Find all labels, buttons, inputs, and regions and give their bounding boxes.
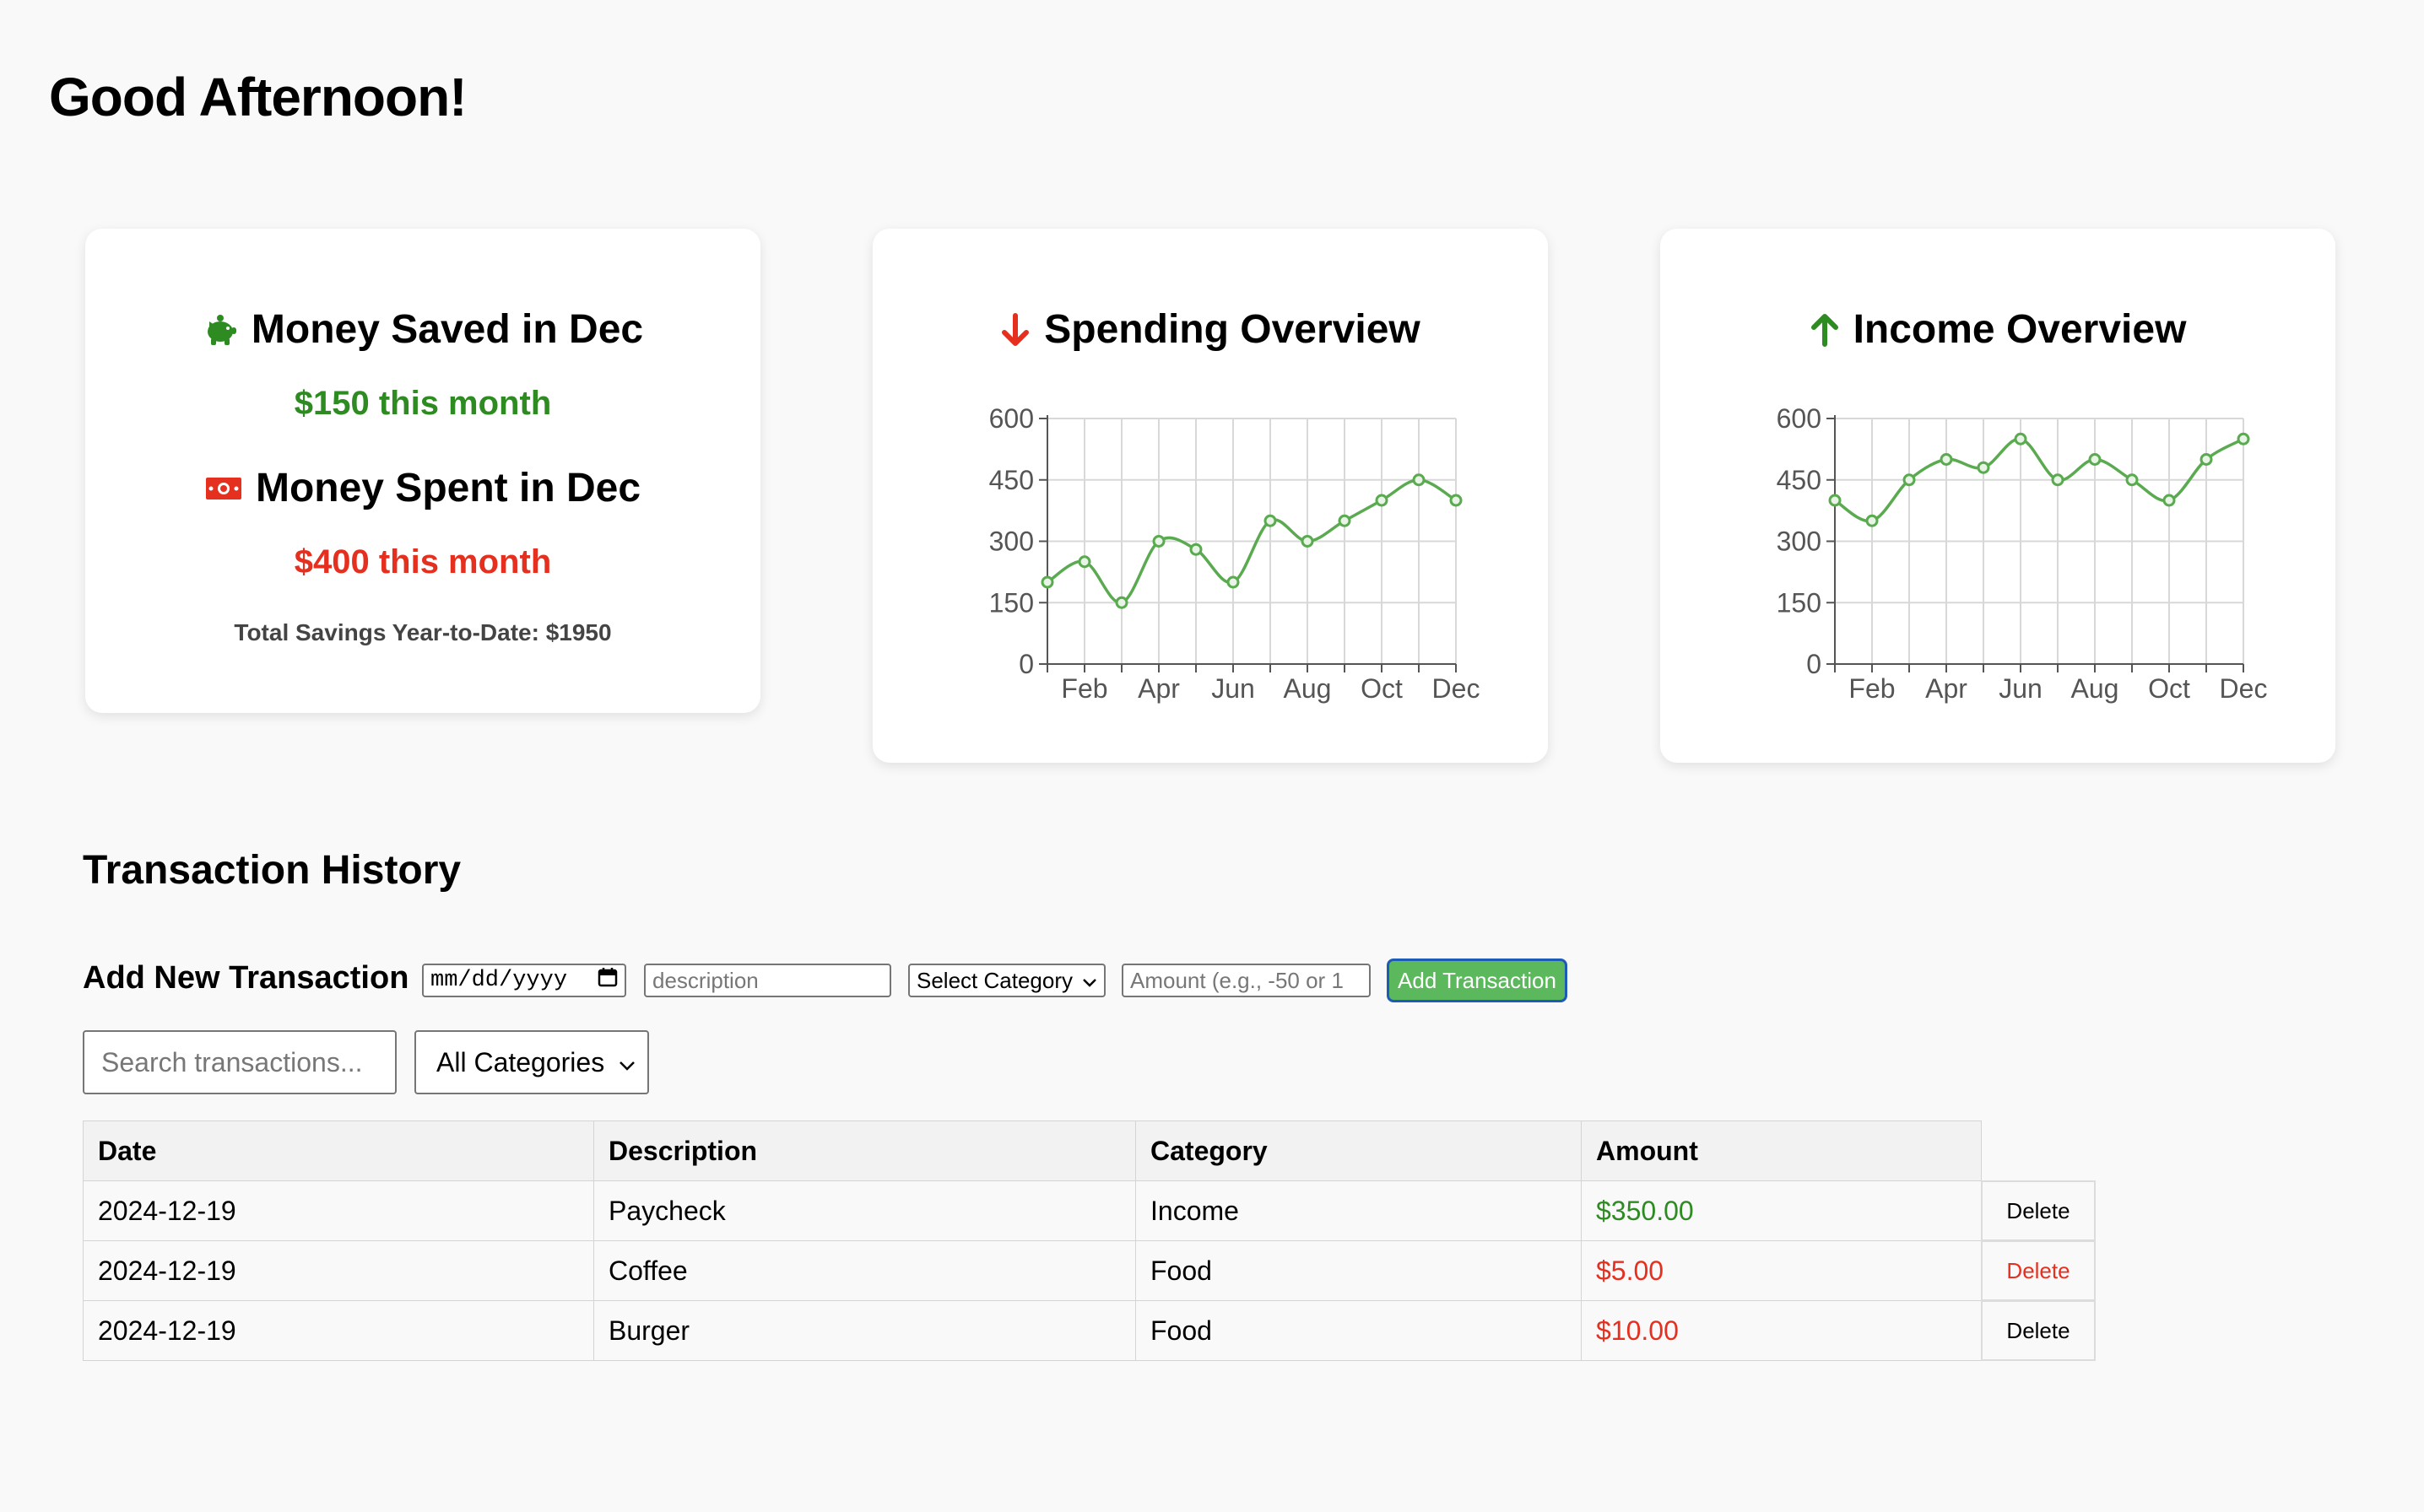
x-tick-label: Apr [1925,673,1967,704]
cell-date: 2024-12-19 [83,1240,594,1301]
x-tick-label: Jun [1999,673,2043,704]
chevron-down-icon [1082,968,1097,994]
cell-description: Coffee [593,1240,1136,1301]
column-header-description: Description [593,1120,1136,1181]
amount-placeholder: Amount (e.g., -50 or 1 [1130,967,1344,993]
amount-input[interactable]: Amount (e.g., -50 or 1 [1122,964,1371,997]
money-saved-heading: Money Saved in Dec [85,306,760,353]
cell-description: Paycheck [593,1180,1136,1241]
delete-button[interactable]: Delete [1981,1240,2096,1301]
search-transactions-input[interactable]: Search transactions... [83,1030,397,1094]
cell-amount: $10.00 [1581,1300,1982,1361]
cell-date: 2024-12-19 [83,1300,594,1361]
total-savings-ytd: Total Savings Year-to-Date: $1950 [234,619,612,645]
add-transaction-button[interactable]: Add Transaction [1387,958,1567,1002]
cell-category: Food [1135,1300,1582,1361]
calendar-icon[interactable] [598,967,618,995]
data-point [1977,461,1990,474]
data-point [2237,432,2250,446]
data-point [1940,453,1953,466]
data-point [1865,514,1879,527]
x-tick-label: Dec [2220,673,2268,704]
data-point [1041,575,1054,589]
x-tick-label: Oct [1361,673,1403,704]
income-chart: 0 150 300 450 600 Feb Apr Jun Aug Oct Dec [1777,403,2268,704]
greeting-title: Good Afternoon! [49,67,467,127]
data-point [1152,535,1166,548]
data-point [1189,543,1203,556]
data-point [2014,432,2027,446]
data-point [1226,575,1240,589]
data-point [1115,596,1128,609]
search-placeholder: Search transactions... [101,1046,363,1077]
data-point [1449,494,1463,507]
y-tick-label: 150 [1777,587,1821,618]
add-transaction-label: Add New Transaction [83,960,409,996]
x-tick-label: Aug [2071,673,2119,704]
y-tick-label: 450 [989,465,1034,495]
cell-amount: $350.00 [1581,1180,1982,1241]
spending-chart: 0 150 300 450 600 Feb Apr Jun Aug Oct Dec [989,403,1480,704]
piggy-bank-icon [203,313,238,347]
category-select-value: Select Category [917,967,1073,993]
delete-button[interactable]: Delete [1981,1300,2096,1361]
data-point [1078,555,1091,569]
data-point [2125,473,2139,487]
cell-amount: $5.00 [1581,1240,1982,1301]
y-tick-label: 150 [989,587,1034,618]
x-tick-label: Feb [1848,673,1895,704]
money-saved-title: Money Saved in Dec [251,307,644,352]
delete-button[interactable]: Delete [1981,1180,2096,1241]
data-point [2088,453,2102,466]
y-tick-label: 600 [989,403,1034,434]
x-tick-label: Oct [2148,673,2190,704]
description-input[interactable]: description [644,964,891,997]
data-point [1263,514,1277,527]
x-tick-label: Dec [1432,673,1480,704]
money-saved-amount: $150 this month [294,385,552,422]
y-tick-label: 600 [1777,403,1821,434]
y-tick-label: 450 [1777,465,1821,495]
money-bill-icon [205,476,242,501]
data-point [1828,494,1842,507]
y-tick-label: 0 [1806,649,1821,679]
x-tick-label: Aug [1284,673,1332,704]
savings-summary-card: Money Saved in Dec $150 this month Money… [85,229,760,713]
data-point [1412,473,1426,487]
y-tick-label: 300 [989,526,1034,557]
x-tick-label: Jun [1211,673,1255,704]
income-overview-card: Income Overview 0 150 300 450 600 Feb Apr Jun Au… [1660,229,2335,763]
y-tick-label: 0 [1019,649,1034,679]
column-header-category: Category [1135,1120,1582,1181]
date-input-placeholder: mm/dd/yyyy [430,968,568,993]
x-tick-label: Apr [1138,673,1180,704]
money-spent-amount: $400 this month [294,543,552,580]
spending-overview-card: Spending Overview 0 150 300 450 600 Feb Apr Jun… [873,229,1548,763]
column-header-amount: Amount [1581,1120,1982,1181]
column-header-date: Date [83,1120,594,1181]
category-filter-value: All Categories [436,1046,605,1077]
data-point [2199,453,2213,466]
date-input[interactable]: mm/dd/yyyy [422,964,626,997]
cell-category: Food [1135,1240,1582,1301]
data-point [2051,473,2064,487]
data-point [1902,473,1916,487]
data-point [1375,494,1388,507]
data-point [2162,494,2176,507]
chevron-down-icon [619,1047,636,1078]
cell-date: 2024-12-19 [83,1180,594,1241]
y-tick-label: 300 [1777,526,1821,557]
transaction-history-title: Transaction History [83,848,462,893]
category-select[interactable]: Select Category [908,964,1106,997]
money-spent-heading: Money Spent in Dec [85,465,760,511]
data-point [1338,514,1351,527]
money-spent-title: Money Spent in Dec [255,466,641,510]
description-placeholder: description [652,967,759,993]
data-point [1301,535,1314,548]
x-tick-label: Feb [1061,673,1107,704]
category-filter-select[interactable]: All Categories [414,1030,649,1094]
cell-description: Burger [593,1300,1136,1361]
cell-category: Income [1135,1180,1582,1241]
